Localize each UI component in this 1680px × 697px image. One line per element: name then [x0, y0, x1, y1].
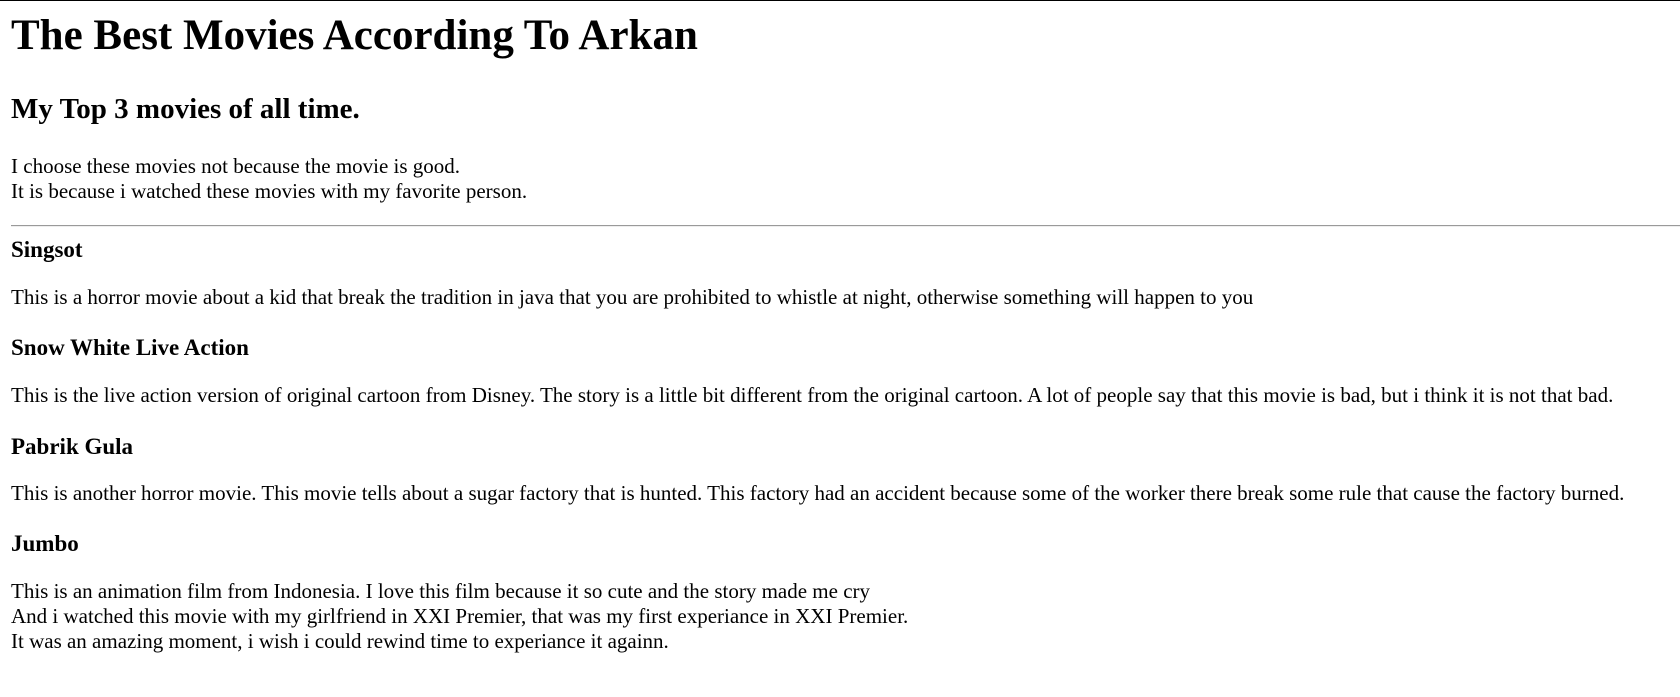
- movie-title: Pabrik Gula: [11, 434, 134, 459]
- movie-description-line: This is an animation film from Indonesia…: [11, 579, 871, 603]
- page-subtitle: My Top 3 movies of all time.: [11, 93, 360, 125]
- movie-description: This is a horror movie about a kid that …: [11, 285, 1253, 310]
- intro-line: It is because i watched these movies wit…: [11, 179, 528, 203]
- intro-line: I choose these movies not because the mo…: [11, 154, 461, 178]
- intro-paragraph: I choose these movies not because the mo…: [11, 154, 527, 204]
- horizontal-rule: [11, 225, 1680, 227]
- movie-description-line: This is a horror movie about a kid that …: [11, 285, 1254, 309]
- movie-title: Jumbo: [11, 531, 79, 556]
- movie-title: Snow White Live Action: [11, 335, 249, 360]
- top-border: [0, 0, 1680, 1]
- page-title: The Best Movies According To Arkan: [11, 12, 698, 59]
- movie-description-line: And i watched this movie with my girlfri…: [11, 604, 909, 628]
- movie-title: Singsot: [11, 237, 83, 262]
- movie-description-line: This is the live action version of origi…: [11, 383, 1614, 407]
- movie-description-line: It was an amazing moment, i wish i could…: [11, 629, 669, 653]
- movie-description: This is the live action version of origi…: [11, 383, 1613, 408]
- movie-description-line: This is another horror movie. This movie…: [11, 481, 1625, 505]
- movie-description: This is another horror movie. This movie…: [11, 481, 1624, 506]
- movie-description: This is an animation film from Indonesia…: [11, 579, 908, 654]
